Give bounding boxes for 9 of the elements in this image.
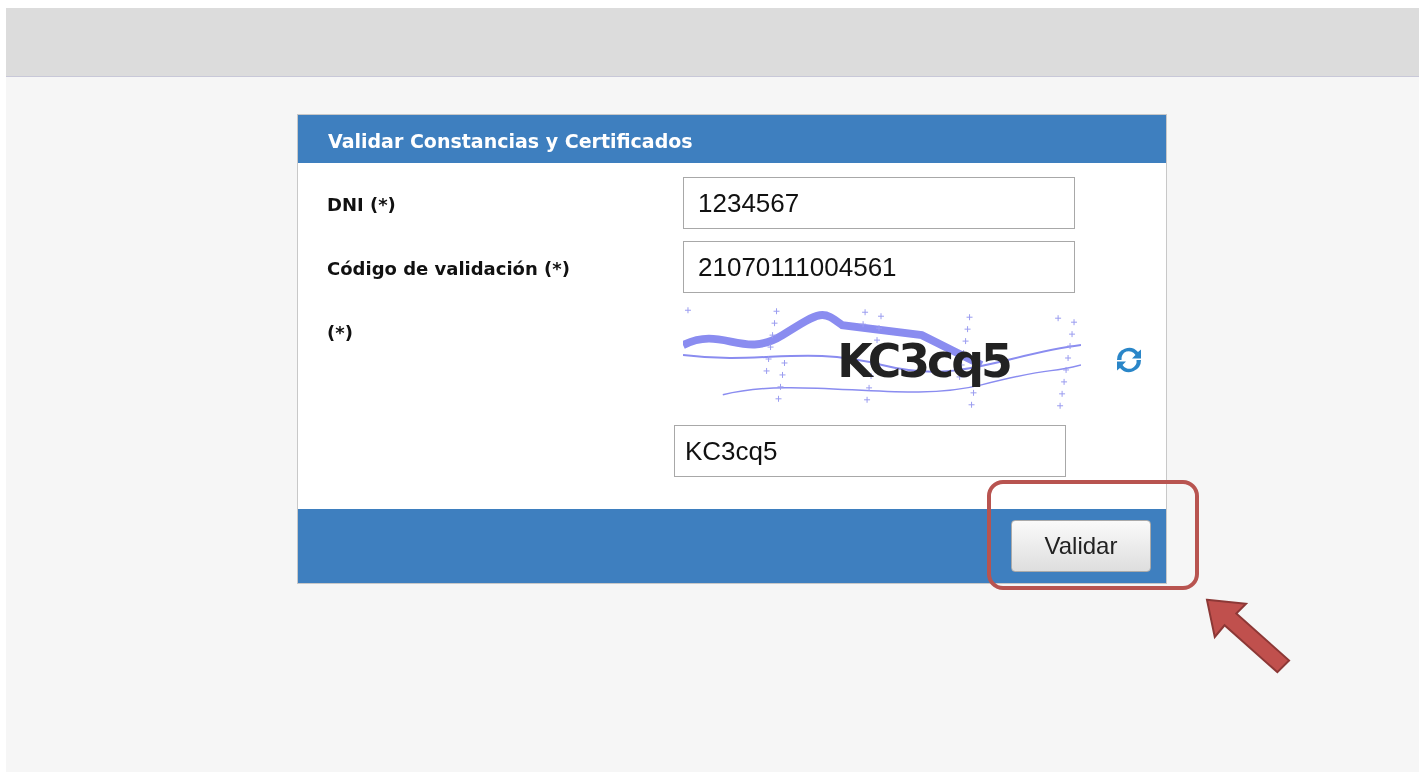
field-label: (*) xyxy=(327,321,354,345)
captcha-image: KC3cq5 xyxy=(683,305,1081,415)
input-field[interactable]: 21070111004561 xyxy=(683,241,1075,293)
input-field[interactable]: KC3cq5 xyxy=(674,425,1066,477)
panel-title: Validar Constancias y Certificados xyxy=(298,115,1166,163)
input-field[interactable]: 1234567 xyxy=(683,177,1075,229)
validate-button[interactable]: Validar xyxy=(1011,520,1151,572)
field-label: DNI (*) xyxy=(327,193,397,217)
field-label: Código de validación (*) xyxy=(327,257,571,281)
